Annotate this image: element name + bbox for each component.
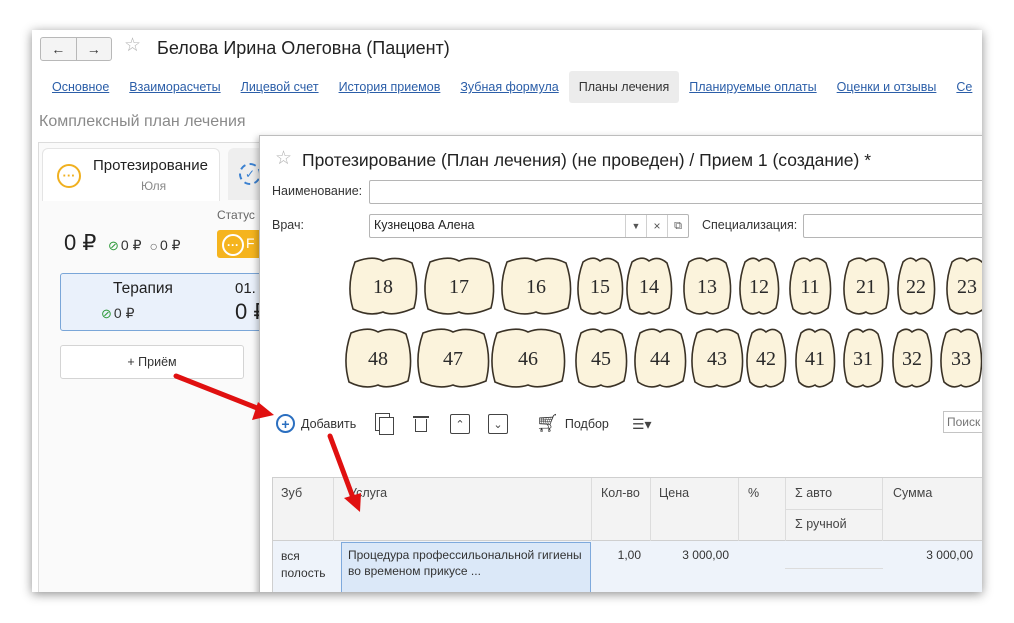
cart-icon: 🛒︎ <box>536 413 559 433</box>
tooth-label: 21 <box>856 276 876 298</box>
plan-total: 0 ₽ <box>64 230 97 255</box>
plan-name: Протезирование <box>93 157 208 174</box>
tooth-label: 46 <box>518 348 538 370</box>
move-down-icon[interactable]: ⌄ <box>488 414 508 434</box>
paid-check-icon: ⊘ <box>101 305 112 321</box>
menu-icon[interactable]: ☰▾ <box>632 416 652 433</box>
tab-main[interactable]: Основное <box>42 71 119 103</box>
plus-circle-icon: + <box>276 414 295 433</box>
tooth-label: 14 <box>639 276 659 298</box>
pending-circle-icon: ○ <box>149 237 158 254</box>
col-service[interactable]: Услуга <box>349 486 387 500</box>
back-button[interactable]: ← <box>41 38 77 60</box>
col-manual[interactable]: Σ ручной <box>795 517 847 531</box>
tooth-label: 23 <box>957 276 977 298</box>
pending-status-icon: ··· <box>57 164 81 188</box>
tooth-label: 45 <box>591 348 611 370</box>
plan-doctor: Юля <box>141 179 167 193</box>
tooth-label: 31 <box>853 348 873 370</box>
add-label: Добавить <box>301 416 357 431</box>
plan-pending: 0 ₽ <box>159 237 181 253</box>
tooth-label: 22 <box>906 276 926 298</box>
tooth-label: 15 <box>590 276 610 298</box>
treatment-plan-dialog: ☆ Протезирование (План лечения) (не пров… <box>259 135 982 592</box>
plan-tab-prosthetics[interactable]: ··· Протезирование Юля <box>42 148 220 201</box>
nav-buttons: ← → <box>40 37 112 61</box>
cell-tooth: вся полость <box>281 549 326 580</box>
col-auto[interactable]: Σ авто <box>795 486 832 500</box>
cell-service-selected[interactable]: Процедура профессильональной гигиены во … <box>341 542 591 592</box>
col-qty[interactable]: Кол-во <box>601 486 640 500</box>
app-window: ← → ☆ Белова Ирина Олеговна (Пациент) Ос… <box>32 30 982 592</box>
search-input[interactable] <box>943 411 982 433</box>
tooth-label: 43 <box>707 348 727 370</box>
pick-label: Подбор <box>564 416 609 431</box>
tooth-label: 12 <box>749 276 769 298</box>
tab-visit-history[interactable]: История приемов <box>329 71 451 103</box>
status-dots-icon: ··· <box>222 234 244 256</box>
tooth-label: 33 <box>951 348 971 370</box>
services-table: Зуб Услуга Кол-во Цена % Σ авто Σ ручной… <box>272 477 982 592</box>
tooth-label: 11 <box>800 276 819 298</box>
tooth-label: 44 <box>650 348 670 370</box>
add-visit-button[interactable]: + Приём <box>60 345 244 379</box>
col-sum[interactable]: Сумма <box>893 486 932 500</box>
tooth-label: 41 <box>805 348 825 370</box>
forward-button[interactable]: → <box>77 38 112 60</box>
therapy-paid: 0 ₽ <box>113 305 135 321</box>
tab-treatment-plans[interactable]: Планы лечения <box>568 71 680 103</box>
plan-paid: 0 ₽ <box>120 237 142 253</box>
plan-sums: ⊘ 0 ₽ ○ 0 ₽ <box>108 237 181 254</box>
cell-qty: 1,00 <box>617 548 641 562</box>
status-label: Статус <box>217 208 255 222</box>
check-status-icon: ✓ <box>239 163 261 185</box>
tab-more[interactable]: Се <box>946 71 982 103</box>
teeth-chart: 18 17 16 15 14 13 12 11 21 22 23 48 47 46 45 44 43 42 41 3… <box>345 257 982 388</box>
move-up-icon[interactable]: ⌃ <box>450 414 470 434</box>
tooth-label: 48 <box>368 348 388 370</box>
tooth-label: 32 <box>902 348 922 370</box>
tooth-label: 18 <box>373 276 393 298</box>
tab-bar: Основное Взаиморасчеты Лицевой счет Исто… <box>42 71 982 103</box>
tab-reviews[interactable]: Оценки и отзывы <box>827 71 947 103</box>
tooth-label: 13 <box>697 276 717 298</box>
status-button[interactable]: ··· F <box>217 230 262 258</box>
tooth-label: 16 <box>526 276 546 298</box>
add-button[interactable]: + Добавить <box>276 414 356 433</box>
tab-settlements[interactable]: Взаиморасчеты <box>119 71 230 103</box>
tab-personal-account[interactable]: Лицевой счет <box>231 71 329 103</box>
tab-planned-payments[interactable]: Планируемые оплаты <box>679 71 826 103</box>
paid-check-icon: ⊘ <box>108 237 119 253</box>
pick-button[interactable]: 🛒︎ Подбор <box>536 413 609 434</box>
therapy-paid-wrap: ⊘ 0 ₽ <box>101 305 135 322</box>
tooth-label: 47 <box>443 348 463 370</box>
window-title: Белова Ирина Олеговна (Пациент) <box>157 38 450 58</box>
cell-price: 3 000,00 <box>682 548 729 562</box>
col-price[interactable]: Цена <box>659 486 689 500</box>
section-title: Комплексный план лечения <box>39 113 246 130</box>
col-tooth[interactable]: Зуб <box>281 486 302 500</box>
therapy-date: 01. <box>235 280 256 297</box>
cell-sum: 3 000,00 <box>926 548 973 562</box>
tab-dental-formula[interactable]: Зубная формула <box>450 71 568 103</box>
cell-service: Процедура профессильональной гигиены во … <box>348 548 582 578</box>
copy-icon[interactable] <box>372 413 394 435</box>
tooth-label: 17 <box>449 276 469 298</box>
therapy-card[interactable]: Терапия 01. ⊘ 0 ₽ 0 ₽ <box>60 273 277 331</box>
tooth-label: 42 <box>756 348 776 370</box>
status-button-text: F <box>246 235 255 251</box>
col-percent[interactable]: % <box>748 486 759 500</box>
favorite-star-icon[interactable]: ☆ <box>124 34 141 57</box>
delete-icon[interactable] <box>413 414 429 432</box>
therapy-name: Терапия <box>113 280 173 297</box>
